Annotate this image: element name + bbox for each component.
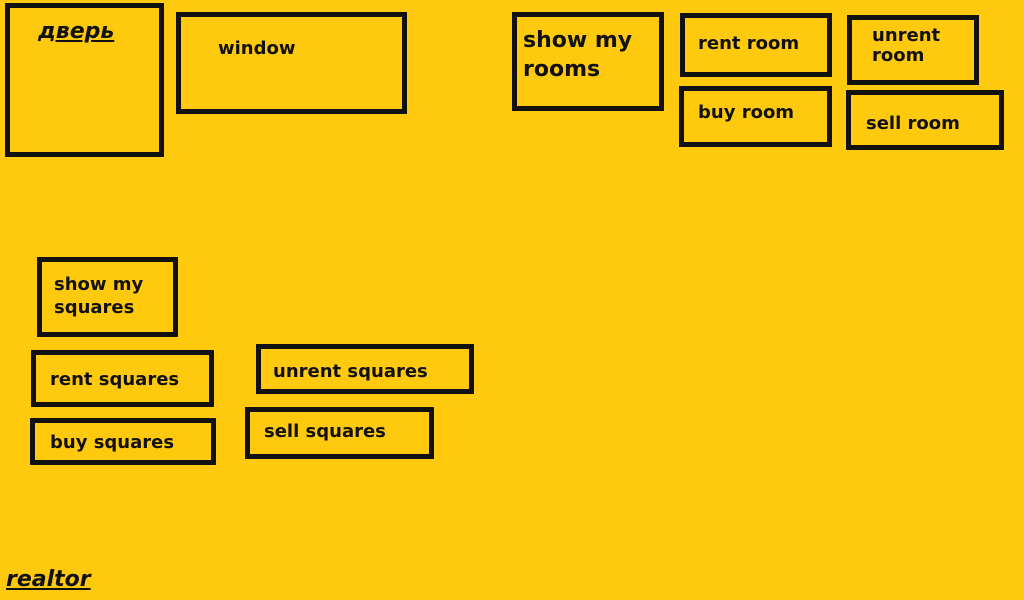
sell-squares-button[interactable]: sell squares <box>245 407 434 459</box>
rent-squares-label: rent squares <box>50 369 180 390</box>
window-label: window <box>218 38 296 59</box>
unrent-squares-label: unrent squares <box>273 361 428 382</box>
unrent-squares-button[interactable]: unrent squares <box>256 344 474 394</box>
rent-room-button[interactable]: rent room <box>680 13 832 77</box>
buy-room-button[interactable]: buy room <box>679 86 832 147</box>
show-my-rooms-button[interactable]: show my rooms <box>512 12 664 111</box>
buy-room-label: buy room <box>698 102 795 123</box>
door-button[interactable]: дверь <box>5 3 164 157</box>
show-my-squares-label: show my squares <box>54 274 144 318</box>
unrent-room-label: unrent room <box>872 25 941 66</box>
show-my-squares-button[interactable]: show my squares <box>37 257 178 337</box>
sell-room-button[interactable]: sell room <box>846 90 1004 150</box>
sell-room-label: sell room <box>866 113 960 134</box>
door-label: дверь <box>38 19 115 44</box>
sell-squares-label: sell squares <box>264 421 386 442</box>
rent-squares-button[interactable]: rent squares <box>31 350 214 407</box>
buy-squares-label: buy squares <box>50 432 175 453</box>
buy-squares-button[interactable]: buy squares <box>30 418 216 465</box>
window-button[interactable]: window <box>176 12 407 114</box>
realtor-label: realtor <box>6 567 91 592</box>
unrent-room-button[interactable]: unrent room <box>847 15 979 85</box>
show-my-rooms-label: show my rooms <box>523 28 633 82</box>
rent-room-label: rent room <box>698 33 800 54</box>
